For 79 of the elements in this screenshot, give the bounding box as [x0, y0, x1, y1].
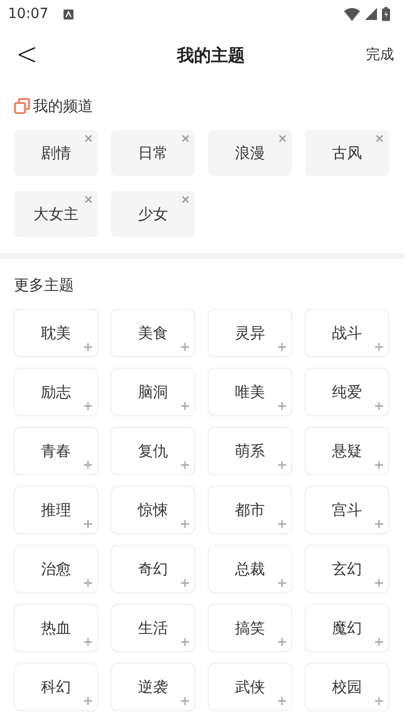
remove-icon[interactable]: [85, 196, 92, 203]
add-icon[interactable]: [375, 579, 383, 587]
topic-card[interactable]: 治愈: [14, 545, 98, 593]
add-icon[interactable]: [375, 697, 383, 705]
topic-card[interactable]: 都市: [208, 486, 292, 534]
remove-icon[interactable]: [182, 196, 189, 203]
topic-card[interactable]: 玄幻: [305, 545, 389, 593]
notification-icon: [63, 8, 74, 20]
section-title: 更多主题: [14, 276, 74, 294]
topic-card[interactable]: 推理: [14, 486, 98, 534]
topic-card[interactable]: 魔幻: [305, 604, 389, 652]
add-icon[interactable]: [375, 343, 383, 351]
battery-icon: [382, 7, 390, 21]
add-icon[interactable]: [278, 520, 286, 528]
add-icon[interactable]: [84, 402, 92, 410]
topic-card[interactable]: 生活: [111, 604, 195, 652]
remove-icon[interactable]: [85, 135, 92, 142]
channel-chip[interactable]: 日常: [111, 130, 195, 176]
add-icon[interactable]: [375, 638, 383, 646]
topic-card[interactable]: 逆袭: [111, 663, 195, 711]
channel-chip[interactable]: 剧情: [14, 130, 98, 176]
topic-card[interactable]: 萌系: [208, 427, 292, 475]
topic-card[interactable]: 青春: [14, 427, 98, 475]
add-icon[interactable]: [181, 638, 189, 646]
page-title: 我的主题: [176, 44, 245, 66]
channel-chip[interactable]: 大女主: [14, 191, 98, 237]
back-button[interactable]: <: [10, 37, 44, 73]
add-icon[interactable]: [84, 461, 92, 469]
topic-card[interactable]: 搞笑: [208, 604, 292, 652]
channel-chip[interactable]: 古风: [305, 130, 389, 176]
add-icon[interactable]: [278, 638, 286, 646]
topic-card[interactable]: 唯美: [208, 368, 292, 416]
topic-card[interactable]: 战斗: [305, 309, 389, 357]
topic-card[interactable]: 复仇: [111, 427, 195, 475]
add-icon[interactable]: [84, 638, 92, 646]
remove-icon[interactable]: [182, 135, 189, 142]
copy-icon: [14, 98, 30, 114]
topic-card[interactable]: 灵异: [208, 309, 292, 357]
add-icon[interactable]: [181, 697, 189, 705]
topic-card[interactable]: 科幻: [14, 663, 98, 711]
add-icon[interactable]: [181, 402, 189, 410]
remove-icon[interactable]: [376, 135, 383, 142]
add-icon[interactable]: [278, 461, 286, 469]
add-icon[interactable]: [84, 520, 92, 528]
add-icon[interactable]: [181, 461, 189, 469]
add-icon[interactable]: [278, 402, 286, 410]
add-icon[interactable]: [278, 697, 286, 705]
add-icon[interactable]: [84, 579, 92, 587]
topic-card[interactable]: 美食: [111, 309, 195, 357]
add-icon[interactable]: [278, 343, 286, 351]
remove-icon[interactable]: [279, 135, 286, 142]
topic-card[interactable]: 热血: [14, 604, 98, 652]
topic-card[interactable]: 悬疑: [305, 427, 389, 475]
add-icon[interactable]: [84, 697, 92, 705]
add-icon[interactable]: [84, 343, 92, 351]
add-icon[interactable]: [278, 579, 286, 587]
topic-card[interactable]: 宫斗: [305, 486, 389, 534]
done-button[interactable]: 完成: [366, 46, 394, 64]
section-title: 我的频道: [33, 96, 93, 116]
topic-card[interactable]: 校园: [305, 663, 389, 711]
add-icon[interactable]: [181, 520, 189, 528]
topic-card[interactable]: 励志: [14, 368, 98, 416]
add-icon[interactable]: [375, 461, 383, 469]
status-time: 10:07: [8, 6, 48, 22]
add-icon[interactable]: [375, 402, 383, 410]
topic-card[interactable]: 武侠: [208, 663, 292, 711]
signal-icon: [365, 8, 377, 20]
topic-card[interactable]: 总裁: [208, 545, 292, 593]
add-icon[interactable]: [181, 579, 189, 587]
channel-chip[interactable]: 少女: [111, 191, 195, 237]
channel-chip[interactable]: 浪漫: [208, 130, 292, 176]
topic-card[interactable]: 惊悚: [111, 486, 195, 534]
topic-card[interactable]: 纯爱: [305, 368, 389, 416]
topic-card[interactable]: 耽美: [14, 309, 98, 357]
wifi-icon: [344, 8, 360, 20]
add-icon[interactable]: [375, 520, 383, 528]
topic-card[interactable]: 奇幻: [111, 545, 195, 593]
topic-card[interactable]: 脑洞: [111, 368, 195, 416]
add-icon[interactable]: [181, 343, 189, 351]
